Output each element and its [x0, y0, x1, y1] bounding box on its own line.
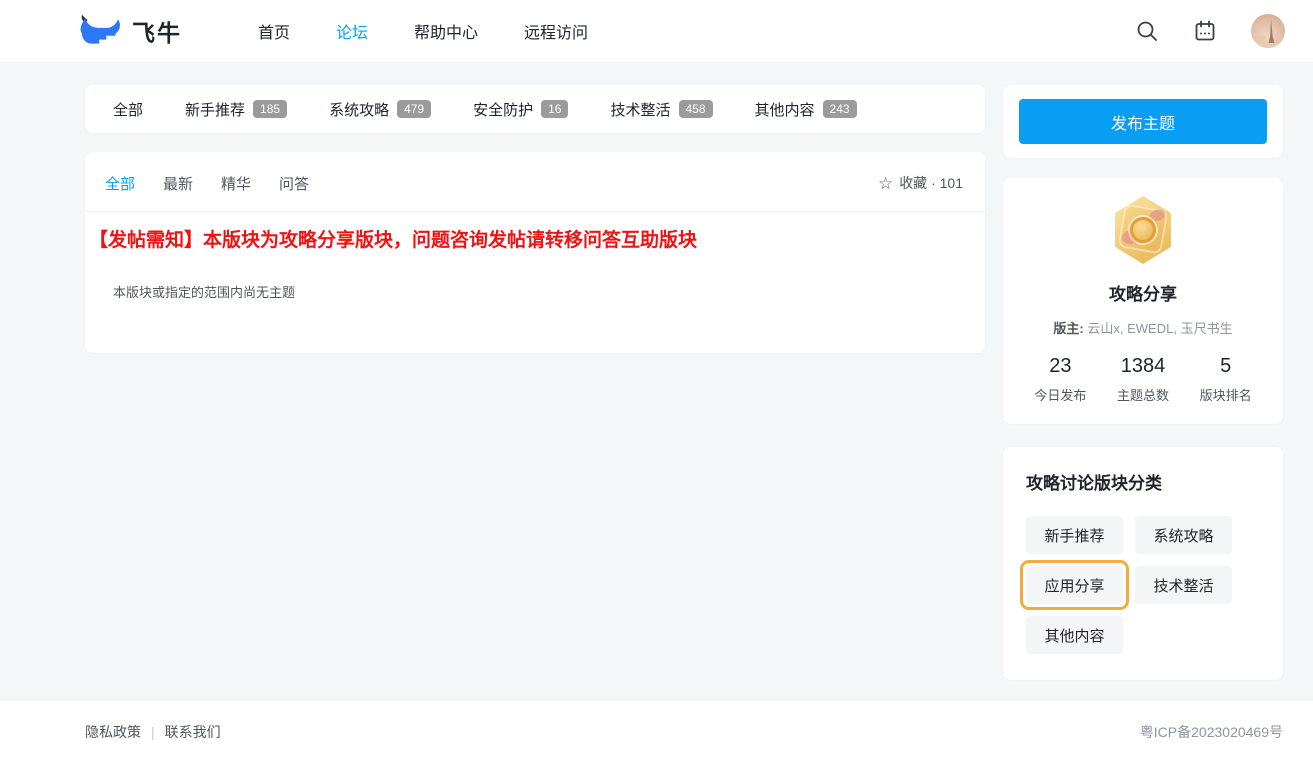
search-icon[interactable]: [1135, 19, 1159, 43]
sidebar: 发布主题 攻略分享 版主: 云山x, EWEDL, 玉尺书生 23 今日发布 1…: [1003, 85, 1283, 680]
subforum-button-newbie[interactable]: 新手推荐: [1026, 516, 1123, 554]
header-actions: [1135, 14, 1285, 48]
category-tab-security[interactable]: 安全防护 16: [473, 99, 569, 120]
post-topic-button[interactable]: 发布主题: [1019, 99, 1267, 144]
bull-logo-icon: [80, 14, 120, 44]
post-topic-card: 发布主题: [1003, 85, 1283, 158]
stat-rank: 5 版块排名: [1199, 355, 1252, 403]
pinned-notice-link[interactable]: 【发帖需知】本版块为攻略分享版块，问题咨询发帖请转移问答互助版块: [89, 230, 697, 251]
subforum-button-tech[interactable]: 技术整活: [1135, 566, 1232, 604]
moderators-line: 版主: 云山x, EWEDL, 玉尺书生: [1019, 318, 1267, 337]
count-badge: 479: [397, 100, 432, 118]
subforum-buttons: 新手推荐 系统攻略 应用分享 技术整活 其他内容: [1020, 516, 1260, 654]
forum-title: 攻略分享: [1109, 285, 1177, 304]
category-tab-newbie[interactable]: 新手推荐 185: [185, 99, 288, 120]
nav-item-forum[interactable]: 论坛: [336, 19, 368, 43]
topic-list-card: 全部 最新 精华 问答 ☆ 收藏 · 101 【发帖需知】本版块为攻略分享版块，…: [85, 152, 985, 353]
moderator-names[interactable]: 云山x, EWEDL, 玉尺书生: [1087, 321, 1232, 336]
privacy-policy-link[interactable]: 隐私政策: [85, 722, 141, 742]
filter-tab-latest[interactable]: 最新: [163, 173, 193, 194]
nav-item-remote-access[interactable]: 远程访问: [524, 19, 588, 43]
subforum-category-title: 攻略讨论版块分类: [1026, 474, 1162, 493]
category-tab-tech[interactable]: 技术整活 458: [610, 99, 713, 120]
logo[interactable]: 飞牛: [78, 14, 182, 48]
contact-us-link[interactable]: 联系我们: [165, 722, 221, 742]
nav-item-home[interactable]: 首页: [258, 19, 290, 43]
footer: 隐私政策 | 联系我们 粤ICP备2023020469号: [0, 701, 1313, 780]
filter-tab-qa[interactable]: 问答: [279, 173, 309, 194]
nav-item-help-center[interactable]: 帮助中心: [414, 19, 478, 43]
empty-state-text: 本版块或指定的范围内尚无主题: [113, 284, 296, 300]
category-tab-system[interactable]: 系统攻略 479: [329, 99, 432, 120]
user-avatar[interactable]: [1251, 14, 1285, 48]
star-icon: ☆: [877, 173, 894, 193]
forum-stats: 23 今日发布 1384 主题总数 5 版块排名: [1019, 355, 1267, 404]
stat-today: 23 今日发布: [1034, 355, 1087, 403]
main-area: 全部 新手推荐 185 系统攻略 479 安全防护 16 技术整活 458 其他…: [0, 63, 1313, 701]
footer-separator: |: [151, 724, 155, 740]
count-badge: 185: [253, 100, 288, 118]
subforum-category-card: 攻略讨论版块分类 新手推荐 系统攻略 应用分享 技术整活 其他内容: [1003, 447, 1283, 680]
logo-text: 飞牛: [132, 20, 182, 46]
filter-row: 全部 最新 精华 问答 ☆ 收藏 · 101: [85, 168, 985, 198]
content-column: 全部 新手推荐 185 系统攻略 479 安全防护 16 技术整活 458 其他…: [85, 85, 985, 680]
forum-badge-icon: [1115, 196, 1171, 264]
subforum-button-system[interactable]: 系统攻略: [1135, 516, 1232, 554]
forum-info-panel: 攻略分享 版主: 云山x, EWEDL, 玉尺书生 23 今日发布 1384 主…: [1003, 178, 1283, 424]
filter-tab-all[interactable]: 全部: [105, 173, 135, 194]
stat-total-topics: 1384 主题总数: [1117, 355, 1170, 403]
icp-record-link[interactable]: 粤ICP备2023020469号: [1140, 722, 1283, 742]
filter-tab-featured[interactable]: 精华: [221, 173, 251, 194]
footer-links: 隐私政策 | 联系我们: [85, 722, 221, 742]
header: 飞牛 首页 论坛 帮助中心 远程访问: [0, 0, 1313, 63]
category-tab-other[interactable]: 其他内容 243: [755, 99, 857, 120]
count-badge: 458: [678, 100, 713, 118]
calendar-icon[interactable]: [1193, 19, 1217, 43]
favorite-button[interactable]: ☆ 收藏 · 101: [878, 173, 963, 193]
subforum-button-app-share[interactable]: 应用分享: [1026, 566, 1123, 604]
top-nav: 首页 论坛 帮助中心 远程访问: [258, 19, 588, 43]
category-tab-bar: 全部 新手推荐 185 系统攻略 479 安全防护 16 技术整活 458 其他…: [85, 85, 985, 133]
category-tab-all[interactable]: 全部: [113, 99, 143, 120]
count-badge: 243: [822, 100, 857, 118]
count-badge: 16: [541, 100, 569, 118]
subforum-button-other[interactable]: 其他内容: [1026, 616, 1123, 654]
moderators-label: 版主:: [1053, 321, 1084, 336]
